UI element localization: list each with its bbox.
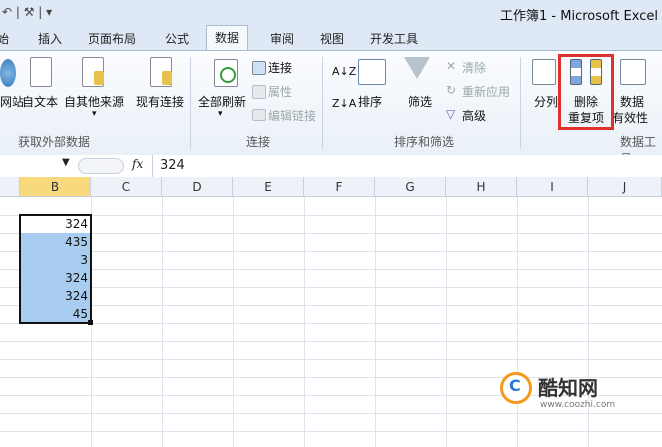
column-header-b[interactable]: B: [20, 177, 91, 197]
gridline: [0, 233, 662, 234]
sort-dialog-icon: [358, 59, 386, 85]
group-divider: [520, 57, 521, 149]
column-header-i[interactable]: I: [517, 177, 588, 197]
connections-button[interactable]: 连接: [268, 59, 292, 76]
tab-insert[interactable]: 插入: [38, 30, 62, 47]
gridline: [0, 323, 662, 324]
fill-handle[interactable]: [88, 320, 93, 325]
group-label-sort-filter: 排序和筛选: [394, 135, 455, 149]
column-header-g[interactable]: G: [375, 177, 446, 197]
column-header-f[interactable]: F: [304, 177, 375, 197]
watermark: C 酷知网 www.coozhi.com: [500, 368, 640, 418]
group-divider: [322, 57, 323, 149]
edit-links-button[interactable]: 编辑链接: [268, 107, 316, 124]
group-label-connections: 连接: [246, 135, 271, 149]
refresh-all-button[interactable]: 全部刷新: [198, 93, 246, 110]
advanced-button[interactable]: 高级: [462, 107, 486, 124]
gridline: [162, 197, 163, 447]
highlight-box: [558, 54, 614, 130]
gridline: [233, 197, 234, 447]
gridline: [0, 215, 662, 216]
column-header-e[interactable]: E: [233, 177, 304, 197]
connections-icon: [252, 61, 266, 75]
column-header-c[interactable]: C: [91, 177, 162, 197]
formula-bar-splitter[interactable]: [78, 158, 124, 174]
watermark-name: 酷知网: [538, 376, 598, 400]
funnel-icon: [404, 57, 430, 79]
group-divider: [190, 57, 191, 149]
text-to-columns-icon: [532, 59, 556, 85]
name-box-dropdown-icon[interactable]: ▼: [62, 157, 70, 168]
database-icon: [94, 71, 104, 85]
gridline: [375, 197, 376, 447]
from-web-button[interactable]: 网站: [0, 93, 24, 110]
web-icon: [0, 59, 16, 87]
filter-button[interactable]: 筛选: [408, 93, 432, 110]
quick-access-toolbar[interactable]: ↶ | ⚒ | ▾: [2, 5, 52, 19]
column-header-d[interactable]: D: [162, 177, 233, 197]
gridline: [446, 197, 447, 447]
formula-bar: ▼ fx 324: [0, 155, 662, 178]
gridline: [0, 359, 662, 360]
gridline: [304, 197, 305, 447]
tab-review[interactable]: 审阅: [270, 30, 294, 47]
properties-icon: [252, 85, 266, 99]
gridline: [0, 287, 662, 288]
gridline: [0, 251, 662, 252]
tab-view[interactable]: 视图: [320, 30, 344, 47]
reapply-icon: ↻: [446, 83, 457, 97]
existing-connections-button[interactable]: 现有连接: [136, 93, 184, 110]
column-header-j[interactable]: J: [588, 177, 662, 197]
gridline: [0, 305, 662, 306]
tab-formulas[interactable]: 公式: [165, 30, 189, 47]
gridline: [0, 341, 662, 342]
sort-button[interactable]: 排序: [358, 93, 382, 110]
chevron-down-icon: ▾: [92, 109, 97, 119]
watermark-logo-letter: C: [509, 376, 521, 395]
properties-button[interactable]: 属性: [268, 83, 292, 100]
data-validation-icon: [620, 59, 646, 85]
gridline: [0, 269, 662, 270]
title-bar: ↶ | ⚒ | ▾ 工作簿1 - Microsoft Excel: [0, 0, 662, 26]
column-header-h[interactable]: H: [446, 177, 517, 197]
advanced-filter-icon: ▽: [446, 107, 456, 121]
tab-page-layout[interactable]: 页面布局: [88, 30, 136, 47]
edit-links-icon: [252, 109, 266, 121]
refresh-arrow-icon: [220, 67, 236, 83]
tab-developer[interactable]: 开发工具: [370, 30, 418, 47]
clear-button[interactable]: 清除: [462, 59, 486, 76]
sort-za-icon[interactable]: Z↓A: [332, 97, 356, 110]
tab-data[interactable]: 数据: [206, 25, 249, 50]
chevron-down-icon: ▾: [218, 109, 223, 119]
divider: [152, 155, 153, 177]
window-title: 工作簿1 - Microsoft Excel: [500, 9, 658, 24]
text-to-columns-button[interactable]: 分列: [534, 93, 558, 110]
data-validation-button-line1[interactable]: 数据: [620, 93, 644, 110]
select-all-corner[interactable]: [0, 177, 20, 197]
data-validation-button-line2[interactable]: 有效性: [612, 109, 648, 126]
ribbon-tabs: 始 插入 页面布局 公式 数据 审阅 视图 开发工具: [0, 25, 662, 51]
text-file-icon: [30, 57, 52, 87]
reapply-button[interactable]: 重新应用: [462, 83, 510, 100]
from-text-button[interactable]: 自文本: [22, 93, 58, 110]
watermark-url: www.coozhi.com: [540, 400, 616, 410]
gridline: [0, 431, 662, 432]
tab-home[interactable]: 始: [0, 30, 9, 47]
formula-input[interactable]: 324: [160, 158, 185, 173]
fx-icon[interactable]: fx: [132, 157, 143, 171]
from-other-sources-button[interactable]: 自其他来源: [64, 93, 124, 110]
group-label-external-data: 获取外部数据: [18, 135, 91, 149]
clear-filter-icon: ✕: [446, 59, 457, 73]
sort-az-icon[interactable]: A↓Z: [332, 65, 356, 78]
database-icon: [162, 71, 172, 85]
selection-border: [19, 214, 92, 324]
